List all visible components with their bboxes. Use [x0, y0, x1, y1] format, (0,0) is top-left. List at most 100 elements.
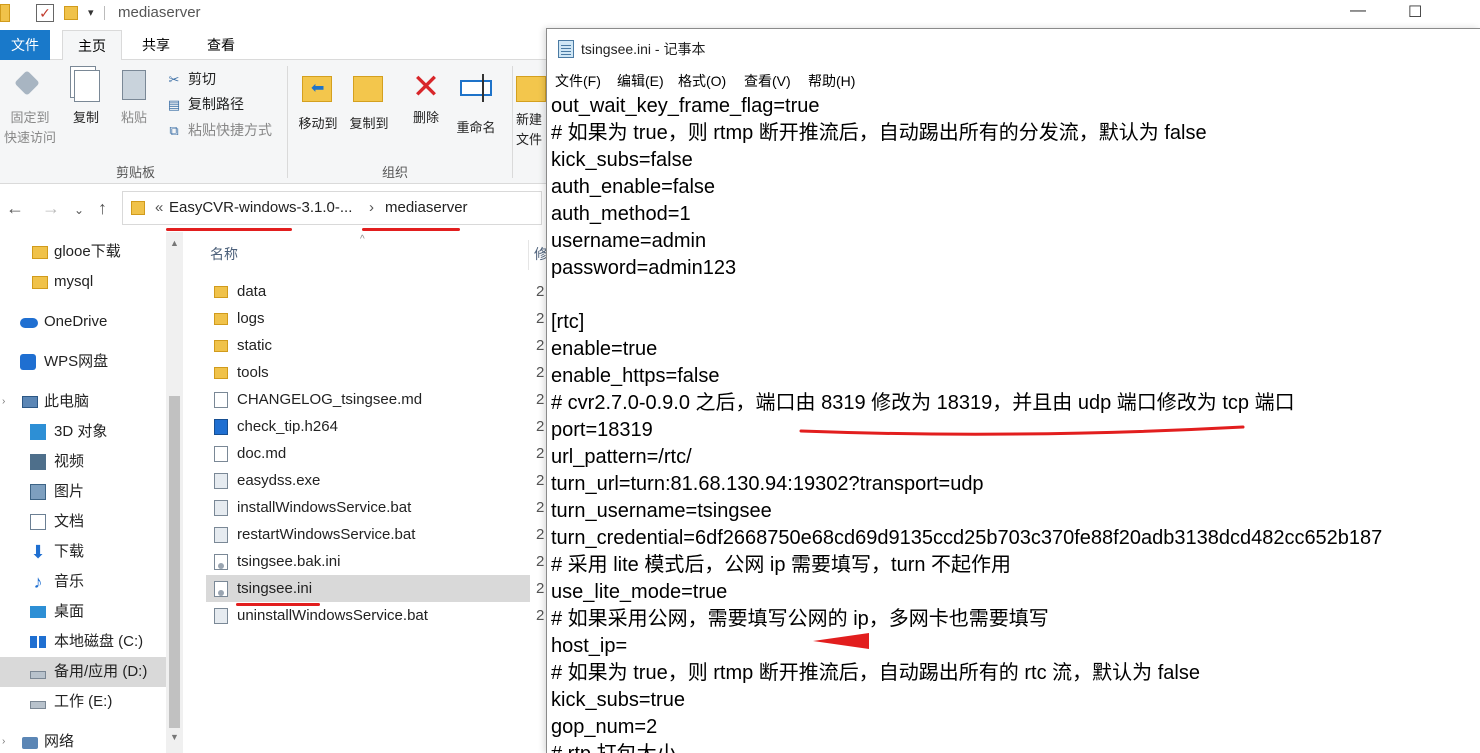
new-label-line2: 文件: [516, 132, 543, 147]
recent-locations-chevron-icon[interactable]: ⌄: [74, 203, 84, 217]
file-row[interactable]: check_tip.h264 2: [206, 413, 544, 440]
file-date: 2: [536, 553, 545, 570]
tab-file[interactable]: 文件: [0, 30, 50, 60]
breadcrumb-parent[interactable]: EasyCVR-windows-3.1.0-...: [169, 192, 352, 224]
column-divider[interactable]: [528, 240, 529, 270]
nav-label: 文档: [54, 513, 85, 530]
file-row[interactable]: doc.md 2: [206, 440, 544, 467]
forward-arrow-icon[interactable]: →: [42, 198, 60, 219]
copy-button[interactable]: 复制: [64, 70, 108, 128]
explorer-titlebar: ✓ ▾ mediaserver — ☐: [0, 0, 1480, 28]
nav-item-music[interactable]: ♪ 音乐: [0, 567, 166, 597]
file-date: 2: [536, 607, 545, 624]
navigation-pane: glooe下载 mysql OneDrive WPS网盘 › 此电脑 3D 对象…: [0, 232, 184, 753]
file-date: 2: [536, 472, 545, 489]
copy-to-folder-icon: [353, 76, 385, 110]
delete-label: 删除: [412, 110, 439, 125]
tab-view[interactable]: 查看: [192, 30, 250, 60]
file-row[interactable]: data 2: [206, 278, 544, 305]
address-bar[interactable]: « EasyCVR-windows-3.1.0-... › mediaserve…: [122, 191, 542, 225]
nav-item-videos[interactable]: 视频: [0, 447, 166, 477]
file-row[interactable]: easydss.exe 2: [206, 467, 544, 494]
nav-item-drive-d[interactable]: 备用/应用 (D:): [0, 657, 166, 687]
minimize-button[interactable]: —: [1350, 2, 1366, 20]
tab-share[interactable]: 共享: [130, 30, 182, 60]
file-name: check_tip.h264: [237, 418, 338, 435]
rename-button[interactable]: 重命名: [450, 70, 502, 138]
red-underline-annotation: [362, 228, 460, 231]
file-date: 2: [536, 337, 545, 354]
cut-button[interactable]: ✂ 剪切: [166, 68, 216, 90]
expand-caret-icon[interactable]: ›: [2, 727, 5, 753]
column-header-name[interactable]: 名称: [210, 244, 238, 264]
expand-caret-icon[interactable]: ›: [2, 387, 5, 417]
move-to-button[interactable]: 移动到: [292, 70, 344, 134]
new-folder-icon[interactable]: [64, 6, 78, 20]
window-title: mediaserver: [118, 4, 201, 21]
file-row[interactable]: uninstallWindowsService.bat 2: [206, 602, 544, 629]
download-icon: ⬇: [30, 542, 46, 562]
file-name: easydss.exe: [237, 472, 321, 489]
nav-scrollbar[interactable]: ▲ ▼: [166, 232, 183, 753]
nav-item-this-pc[interactable]: › 此电脑: [0, 387, 166, 417]
file-name: static: [237, 337, 273, 354]
breadcrumb-current[interactable]: mediaserver: [385, 192, 468, 224]
file-row[interactable]: tsingsee.bak.ini 2: [206, 548, 544, 575]
back-arrow-icon[interactable]: ←: [6, 198, 24, 219]
properties-check-icon[interactable]: ✓: [36, 4, 54, 22]
tab-home[interactable]: 主页: [62, 30, 122, 61]
music-icon: ♪: [33, 572, 43, 592]
nav-item-wps[interactable]: WPS网盘: [0, 347, 166, 377]
file-date: 2: [536, 310, 545, 327]
nav-item-pictures[interactable]: 图片: [0, 477, 166, 507]
paste-shortcut-label: 粘贴快捷方式: [188, 122, 272, 138]
file-row[interactable]: installWindowsService.bat 2: [206, 494, 544, 521]
file-row[interactable]: logs 2: [206, 305, 544, 332]
file-list-pane: ^ 名称 修 data 2 logs 2 static 2 tools 2 CHANGE…: [184, 232, 548, 753]
nav-item-glooe[interactable]: glooe下载: [0, 237, 166, 267]
nav-item-documents[interactable]: 文档: [0, 507, 166, 537]
file-date: 2: [536, 391, 545, 408]
nav-item-desktop[interactable]: 桌面: [0, 597, 166, 627]
nav-item-downloads[interactable]: ⬇ 下载: [0, 537, 166, 567]
nav-item-3d-objects[interactable]: 3D 对象: [0, 417, 166, 447]
maximize-button[interactable]: ☐: [1408, 2, 1422, 22]
file-name: tsingsee.bak.ini: [237, 553, 341, 570]
up-arrow-icon[interactable]: ↑: [98, 198, 107, 219]
pin-label-line1: 固定到: [10, 110, 50, 125]
scroll-up-arrow-icon[interactable]: ▲: [170, 238, 179, 248]
file-row-selected[interactable]: tsingsee.ini 2: [206, 575, 544, 602]
scroll-down-arrow-icon[interactable]: ▼: [170, 732, 179, 742]
paste-shortcut-button[interactable]: ⧉ 粘贴快捷方式: [166, 119, 272, 141]
file-row[interactable]: restartWindowsService.bat 2: [206, 521, 544, 548]
copy-path-button[interactable]: ▤ 复制路径: [166, 93, 244, 115]
file-row[interactable]: CHANGELOG_tsingsee.md 2: [206, 386, 544, 413]
nav-item-mysql[interactable]: mysql: [0, 267, 166, 297]
video-icon: [30, 454, 46, 470]
new-folder-button[interactable]: 新建 文件: [516, 70, 546, 150]
nav-item-drive-e[interactable]: 工作 (E:): [0, 687, 166, 717]
scroll-thumb[interactable]: [169, 396, 180, 728]
file-name: tools: [237, 364, 269, 381]
delete-button[interactable]: ✕ 删除: [404, 70, 448, 128]
onedrive-cloud-icon: [20, 318, 38, 328]
move-to-label: 移动到: [298, 116, 338, 131]
file-date: 2: [536, 283, 545, 300]
file-row[interactable]: static 2: [206, 332, 544, 359]
breadcrumb-overflow[interactable]: «: [155, 192, 163, 224]
file-row[interactable]: tools 2: [206, 359, 544, 386]
nav-item-drive-c[interactable]: 本地磁盘 (C:): [0, 627, 166, 657]
copy-to-button[interactable]: 复制到: [344, 70, 394, 134]
folder-icon: [214, 340, 228, 352]
pin-to-quick-access-button[interactable]: 固定到 快速访问: [0, 70, 60, 148]
quick-access-dropdown-icon[interactable]: ▾: [88, 6, 94, 19]
annotation-overlay: [799, 425, 1245, 649]
organize-group-label: 组织: [382, 165, 409, 180]
text-file-icon: [214, 446, 228, 462]
new-label-line1: 新建: [516, 112, 543, 127]
copy-path-label: 复制路径: [188, 96, 244, 112]
nav-label: 网络: [44, 733, 75, 750]
paste-button[interactable]: 粘贴: [112, 70, 156, 128]
nav-item-onedrive[interactable]: OneDrive: [0, 307, 166, 337]
nav-item-network[interactable]: › 网络: [0, 727, 166, 753]
